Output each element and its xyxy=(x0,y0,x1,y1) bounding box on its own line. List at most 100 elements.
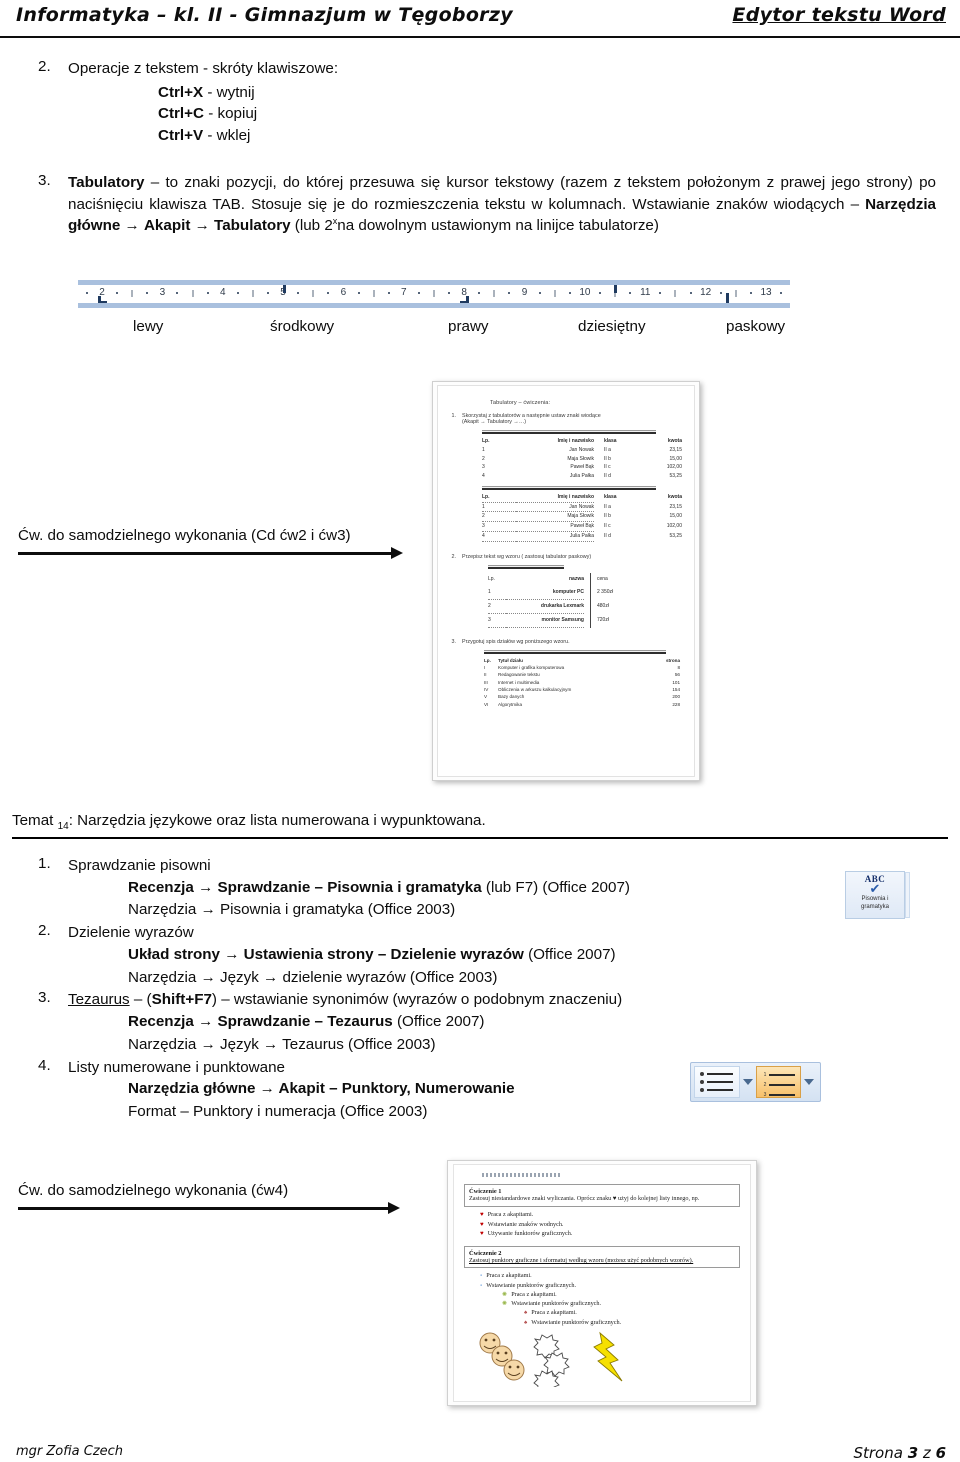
bullet-row xyxy=(700,1080,733,1084)
ruler-half-tick xyxy=(674,290,676,297)
tab-type-label-dziesiętny: dziesiętny xyxy=(578,318,646,335)
exercise-box-2: Ćwiczenie 2 Zastosuj punktory graficzne … xyxy=(464,1246,740,1269)
col-header: klasa xyxy=(604,493,617,500)
leaf-bullet-icon: ✺ xyxy=(502,1300,508,1308)
col-header: Lp. xyxy=(488,575,495,582)
cell: 3 xyxy=(482,464,485,471)
embedded-page: Tabulatory – ćwiczenia: 1. Skorzystaj z … xyxy=(437,385,695,777)
bullets-dropdown-arrow-icon[interactable] xyxy=(740,1066,756,1098)
embedded-table-1: Lp. Imię i nazwisko klasa kwota 1 Jan No… xyxy=(482,437,687,481)
cell: monitor Samsung xyxy=(506,614,584,628)
menu-path-suffix: (Office 2007) xyxy=(523,945,616,963)
toolbar-edge xyxy=(905,872,910,918)
table-row: 3 Paweł Bąk II c 102,00 xyxy=(482,522,687,532)
task-text: Skorzystaj z tabulatorów a następnie ust… xyxy=(462,413,601,425)
ruler-half-tick xyxy=(735,290,737,297)
exercise-title: Ćwiczenie 1 xyxy=(469,1188,502,1195)
lightning-bolt xyxy=(593,1331,623,1382)
cell: 1 xyxy=(482,446,485,453)
table-row: III Internet i multimedia 101 xyxy=(484,679,680,686)
bullets-numbering-toolbar-graphic[interactable]: 1 2 3 xyxy=(690,1062,821,1102)
bullet-row xyxy=(700,1088,733,1092)
cell: 102,00 xyxy=(666,464,682,471)
list-number: 2. xyxy=(38,922,51,940)
bullet-line xyxy=(707,1072,733,1076)
cell: 3 xyxy=(488,614,506,628)
col-header: kwota xyxy=(667,493,682,500)
bar-tab xyxy=(590,585,591,600)
bullet-line xyxy=(707,1088,733,1092)
ruler-number: 10 xyxy=(579,287,591,298)
number-mark: 1 xyxy=(763,1072,767,1078)
heart-bullet-icon: ♥ xyxy=(480,1229,484,1237)
arrow-graphic xyxy=(18,547,418,559)
term-tezaurus: Tezaurus xyxy=(68,991,130,1009)
number-line xyxy=(768,1073,795,1077)
cell: IV xyxy=(484,686,489,692)
ruler-quarter-tick xyxy=(297,292,300,294)
bullet-dot xyxy=(700,1080,704,1084)
task-number: 2. xyxy=(451,553,457,560)
figure-bullet-icon: ♠ xyxy=(524,1318,528,1326)
cell: II c xyxy=(604,523,611,529)
col-header: Tytuł działu xyxy=(498,657,523,663)
bullets-icon[interactable] xyxy=(694,1066,740,1098)
cell: 102,00 xyxy=(666,523,682,529)
ruler-quarter-tick xyxy=(749,292,752,294)
col-header: Lp. xyxy=(484,657,491,663)
tab-marker-right[interactable] xyxy=(460,296,470,303)
list-number: 3. xyxy=(38,172,51,189)
table-header-row: Lp. Imię i nazwisko klasa kwota xyxy=(482,437,687,446)
header-left-text: Informatyka – kl. II - Gimnazjum w Tęgob… xyxy=(16,4,513,26)
embedded-task: 2. Przepisz tekst wg wzoru ( zastosuj ta… xyxy=(448,554,684,560)
menu-path-row: Recenzja → Sprawdzanie – Pisownia i gram… xyxy=(128,877,738,900)
cell: II b xyxy=(604,455,611,462)
bullet-text: Praca z akapitami. xyxy=(511,1290,557,1298)
bar-tab xyxy=(590,599,591,614)
ruler-quarter-tick xyxy=(236,292,239,294)
embedded-ruler xyxy=(482,1173,562,1177)
footer-page: Strona 3 z 6 xyxy=(853,1444,946,1462)
col-header: nazwa xyxy=(568,575,584,582)
ruler-quarter-tick xyxy=(176,292,179,294)
page-current: 3 xyxy=(907,1444,919,1462)
ruler-number: 9 xyxy=(521,287,528,298)
cell: komputer PC xyxy=(506,586,584,600)
selfstudy-note-2: Ćw. do samodzielnego wykonania (ćw4) xyxy=(18,1182,418,1214)
selfstudy-note-1: Ćw. do samodzielnego wykonania (Cd ćw2 i… xyxy=(18,527,418,559)
exercise-1-bullets: ♥ Praca z akapitami. ♥ Wstawianie znaków w… xyxy=(464,1210,740,1238)
list-number: 3. xyxy=(38,989,51,1007)
number-mark: 2 xyxy=(763,1082,767,1088)
tab-marker-left[interactable] xyxy=(98,296,107,303)
exercise-screenshot-tabulatory: Tabulatory – ćwiczenia: 1. Skorzystaj z … xyxy=(432,381,700,781)
page-prefix: Strona xyxy=(853,1444,908,1462)
menu-path-row: Układ strony → Ustawienia strony – Dziel… xyxy=(128,944,738,967)
ruler-half-tick xyxy=(252,290,254,297)
ruler-half-tick xyxy=(554,290,556,297)
ruler-half-tick xyxy=(373,290,375,297)
table-row: 2 Maja Słowik II b 15,00 xyxy=(482,512,687,522)
list-text: Operacje z tekstem - skróty klawiszowe: xyxy=(68,60,339,77)
ruler-quarter-tick xyxy=(146,292,149,294)
ruler-quarter-tick xyxy=(448,292,451,294)
word-ruler-graphic: 2 3 4 5 6 7 8 9 10 11 12 13 xyxy=(78,280,790,308)
ruler-quarter-tick xyxy=(780,292,783,294)
embedded-task: 1. Skorzystaj z tabulatorów a następnie … xyxy=(448,413,684,425)
shortcut-row: Ctrl+C - kopiuj xyxy=(158,103,918,125)
table-row: 1 Jan Nowak II a 23,15 xyxy=(482,503,687,513)
heart-bullet-icon: ♥ xyxy=(480,1211,484,1219)
bullet-item: ✺ Praca z akapitami. xyxy=(502,1290,740,1299)
shortcut-key: Ctrl+C xyxy=(158,105,204,123)
numbering-dropdown-arrow-icon[interactable] xyxy=(801,1066,817,1098)
numbering-icon[interactable]: 1 2 3 xyxy=(755,1066,802,1098)
ruler-quarter-tick xyxy=(629,292,632,294)
spelling-grammar-button-graphic[interactable]: ABC ✔ Pisownia i gramatyka xyxy=(845,871,910,919)
tab-marker-bar[interactable] xyxy=(725,293,729,303)
ruler-quarter-tick xyxy=(417,292,420,294)
cell: 53,25 xyxy=(669,532,682,539)
bullet-item: ♥ Wstawianie znaków wodnych. xyxy=(480,1220,740,1229)
cell: 15,00 xyxy=(669,455,682,462)
table-row: VI Algorytmika 228 xyxy=(484,701,680,708)
ruler-half-tick xyxy=(312,290,314,297)
temat-subscript: 14 xyxy=(57,821,69,833)
